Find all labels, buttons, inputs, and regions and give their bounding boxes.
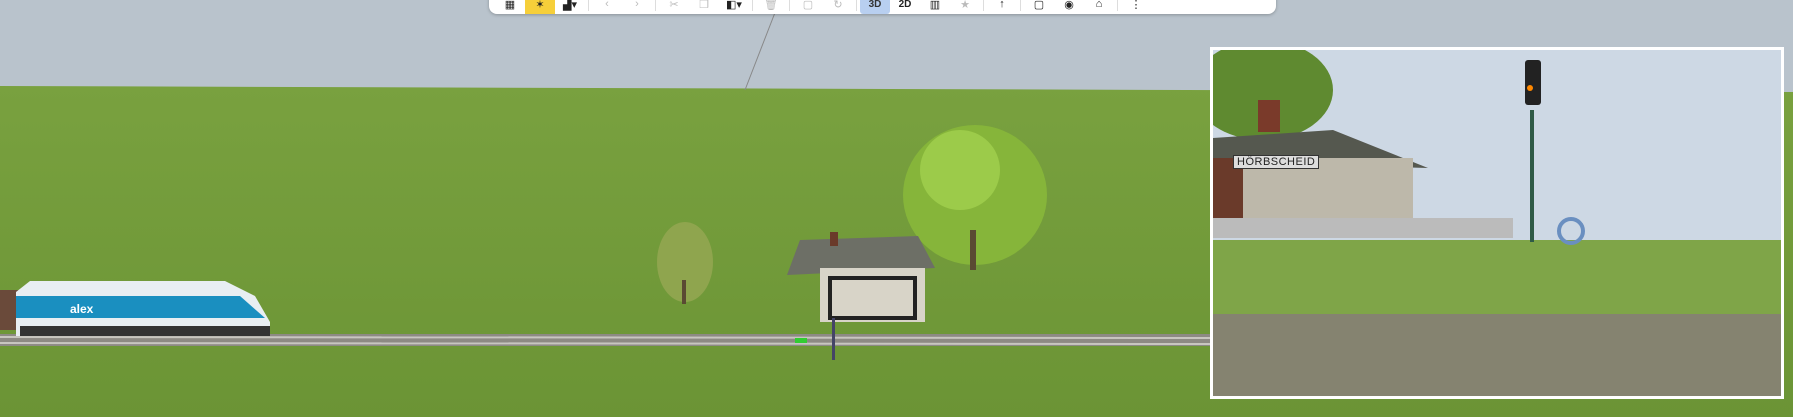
cut-button[interactable]: ✂: [659, 0, 689, 14]
star-icon: ★: [960, 0, 970, 11]
inset-grass: [1213, 240, 1781, 315]
cut-icon: ✂: [669, 0, 679, 11]
up-icon: ↑: [999, 0, 1005, 10]
station-name-sign: HÖRBSCHEID: [1233, 155, 1320, 169]
catalog-icon: ▥: [929, 0, 941, 11]
paste-icon: ◧▾: [726, 0, 742, 11]
locomotive-alex: alex: [0, 281, 270, 336]
home-button[interactable]: ⌂: [1084, 0, 1114, 14]
rotate-icon: ↻: [833, 0, 843, 11]
view-3d-button[interactable]: 3D: [860, 0, 890, 14]
driver-camera-view[interactable]: HÖRBSCHEID: [1210, 47, 1784, 399]
redo-icon: ›: [635, 0, 639, 10]
rotate-button[interactable]: ↻: [823, 0, 853, 14]
divider: [1117, 0, 1118, 11]
view-2d-button[interactable]: 2D: [890, 0, 920, 14]
svg-text:alex: alex: [70, 302, 94, 316]
divider: [1020, 0, 1021, 11]
layer-button[interactable]: ▢: [1024, 0, 1054, 14]
up-button[interactable]: ↑: [987, 0, 1017, 14]
favorite-button[interactable]: ★: [950, 0, 980, 14]
walk-icon: ✶: [535, 0, 545, 11]
main-toolbar: ▦ ✶ ▟▾ ‹ › ✂ ❐ ◧▾ 🗑 ▢ ↻ 3D 2D ▥ ★ ↑ ▢ ◉ …: [489, 0, 1276, 14]
divider: [752, 0, 753, 11]
more-button[interactable]: ⋮: [1121, 0, 1151, 14]
redo-button[interactable]: ›: [622, 0, 652, 14]
divider: [655, 0, 656, 11]
catalog-button[interactable]: ▥: [920, 0, 950, 14]
walk-mode-button[interactable]: ✶: [525, 0, 555, 14]
camera-icon: ◉: [1064, 0, 1074, 11]
add-object-button[interactable]: ▟▾: [555, 0, 585, 14]
building-button[interactable]: ▦: [495, 0, 525, 14]
divider: [588, 0, 589, 11]
add-object-icon: ▟▾: [563, 0, 577, 11]
inset-road: [1213, 314, 1781, 396]
divider: [983, 0, 984, 11]
undo-button[interactable]: ‹: [592, 0, 622, 14]
undo-icon: ‹: [605, 0, 609, 10]
duplicate-icon: ▢: [802, 0, 814, 11]
more-icon: ⋮: [1130, 0, 1142, 11]
paste-button[interactable]: ◧▾: [719, 0, 749, 14]
delete-button[interactable]: 🗑: [756, 0, 786, 14]
copy-button[interactable]: ❐: [689, 0, 719, 14]
delete-icon: 🗑: [764, 0, 778, 11]
home-icon: ⌂: [1095, 0, 1103, 10]
layer-icon: ▢: [1033, 0, 1045, 11]
duplicate-button[interactable]: ▢: [793, 0, 823, 14]
building-icon: ▦: [504, 0, 516, 11]
camera-button[interactable]: ◉: [1054, 0, 1084, 14]
divider: [789, 0, 790, 11]
divider: [856, 0, 857, 11]
copy-icon: ❐: [699, 0, 709, 11]
